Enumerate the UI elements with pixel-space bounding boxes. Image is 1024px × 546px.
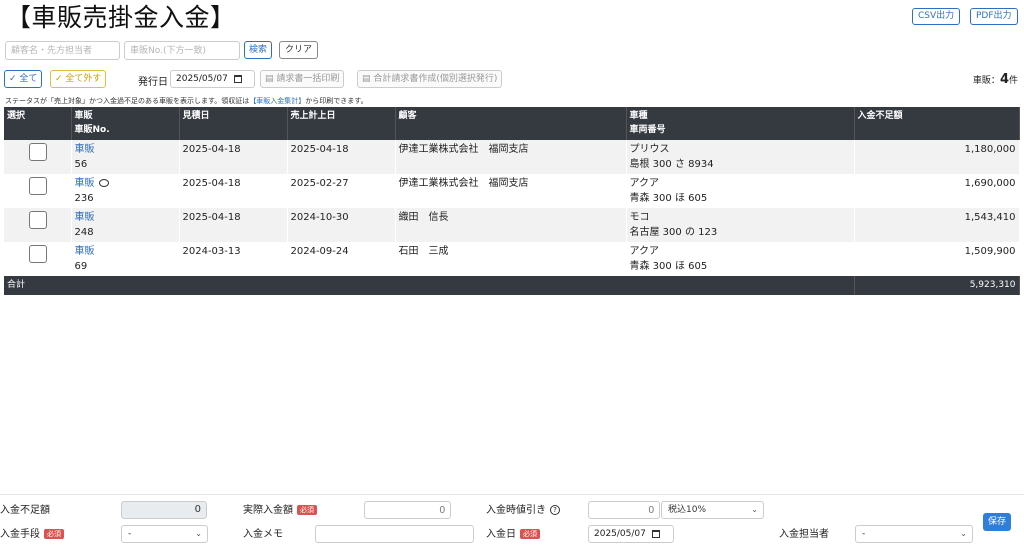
sales-date: 2025-02-27 bbox=[287, 174, 396, 208]
row-checkbox[interactable] bbox=[29, 245, 47, 263]
page-title: 【車販売掛金入金】 bbox=[6, 3, 236, 32]
customer-name: 石田 三成 bbox=[395, 242, 627, 276]
tax-select[interactable]: 税込10% ⌄ bbox=[661, 501, 764, 519]
payment-date-input[interactable]: 2025/05/07 bbox=[588, 525, 674, 543]
estimate-date: 2024-03-13 bbox=[179, 242, 288, 276]
sales-date: 2024-10-30 bbox=[287, 208, 396, 242]
comment-icon[interactable] bbox=[98, 179, 109, 187]
header-sales-date: 売上計上日 bbox=[287, 107, 396, 140]
pdf-export-button[interactable]: PDF出力 bbox=[970, 8, 1018, 25]
plate-number: 青森 300 ほ 605 bbox=[629, 193, 708, 204]
table-row: 車販 69 2024-03-13 2024-09-24 石田 三成 アクア青森 3… bbox=[4, 242, 1020, 276]
csv-export-button[interactable]: CSV出力 bbox=[912, 8, 961, 25]
payment-form: 入金不足額 0 実際入金額必須 入金時値引き? 税込10%⌄ 入金手段必須 -⌄… bbox=[0, 494, 1024, 546]
estimate-date: 2025-04-18 bbox=[179, 208, 288, 242]
row-checkbox[interactable] bbox=[29, 211, 47, 229]
header-shortage: 入金不足額 bbox=[854, 107, 1020, 140]
info-note: ステータスが「売上対象」かつ入金過不足のある車販を表示します。領収証は【車販入金… bbox=[5, 97, 368, 105]
check-icon: ✓ bbox=[55, 74, 63, 84]
sales-date: 2025-04-18 bbox=[287, 140, 396, 174]
payment-date-label: 入金日 必須 bbox=[486, 525, 540, 540]
shortage-label: 入金不足額 bbox=[0, 505, 50, 516]
sale-number: 236 bbox=[74, 193, 94, 204]
check-icon: ✓ bbox=[9, 74, 17, 84]
table-row: 車販 248 2025-04-18 2024-10-30 織田 信長 モコ名古屋 … bbox=[4, 208, 1020, 242]
memo-input[interactable] bbox=[315, 525, 474, 543]
memo-label: 入金メモ bbox=[243, 529, 283, 540]
customer-name: 伊達工業株式会社 福岡支店 bbox=[395, 140, 627, 174]
calendar-icon bbox=[233, 74, 242, 83]
estimate-date: 2025-04-18 bbox=[179, 140, 288, 174]
plate-number: 名古屋 300 の 123 bbox=[629, 227, 718, 238]
discount-input[interactable] bbox=[588, 501, 660, 519]
sale-link[interactable]: 車販 bbox=[75, 178, 95, 189]
header-estimate-date: 見積日 bbox=[179, 107, 288, 140]
staff-label: 入金担当者 bbox=[779, 529, 829, 540]
header-select: 選択 bbox=[4, 107, 72, 140]
table-row: 車販 236 2025-04-18 2025-02-27 伊達工業株式会社 福岡支… bbox=[4, 174, 1020, 208]
row-checkbox[interactable] bbox=[29, 143, 47, 161]
sale-number: 69 bbox=[74, 261, 88, 272]
calendar-icon bbox=[651, 529, 660, 538]
shortage-value: 0 bbox=[121, 501, 207, 519]
sale-link[interactable]: 車販 bbox=[75, 210, 176, 225]
search-button[interactable]: 検索 bbox=[244, 41, 273, 59]
shortage-amount: 1,690,000 bbox=[854, 174, 1020, 208]
clear-button[interactable]: クリア bbox=[279, 41, 319, 59]
actual-amount-label: 実際入金額 必須 bbox=[243, 501, 317, 516]
payment-method-select[interactable]: - ⌄ bbox=[121, 525, 208, 543]
estimate-date: 2025-04-18 bbox=[179, 174, 288, 208]
select-all-button[interactable]: ✓ 全て bbox=[4, 70, 43, 88]
document-icon: ▤ bbox=[362, 74, 371, 84]
document-icon: ▤ bbox=[265, 74, 274, 84]
header-sale: 車販 車販No. bbox=[71, 107, 180, 140]
payment-method-label: 入金手段 必須 bbox=[0, 525, 64, 540]
customer-search-input[interactable] bbox=[5, 41, 120, 60]
sale-number: 56 bbox=[74, 159, 88, 170]
shortage-amount: 1,180,000 bbox=[854, 140, 1020, 174]
sales-date: 2024-09-24 bbox=[287, 242, 396, 276]
actual-amount-input[interactable] bbox=[364, 501, 451, 519]
vehicle-model: アクア bbox=[629, 246, 660, 257]
vehicle-model: アクア bbox=[629, 178, 660, 189]
chevron-down-icon: ⌄ bbox=[195, 529, 202, 538]
total-row: 合計 5,923,310 bbox=[4, 276, 1020, 295]
discount-label: 入金時値引き? bbox=[486, 501, 560, 516]
required-badge: 必須 bbox=[520, 529, 540, 539]
issue-date-input[interactable]: 2025/05/07 bbox=[170, 70, 255, 88]
shortage-amount: 1,543,410 bbox=[854, 208, 1020, 242]
help-icon[interactable]: ? bbox=[550, 505, 560, 515]
customer-name: 伊達工業株式会社 福岡支店 bbox=[395, 174, 627, 208]
sale-link[interactable]: 車販 bbox=[75, 142, 176, 157]
vehicle-model: プリウス bbox=[629, 144, 670, 155]
combined-invoice-button[interactable]: ▤ 合計請求書作成(個別選択発行) bbox=[357, 70, 503, 88]
chevron-down-icon: ⌄ bbox=[751, 505, 758, 514]
vehicle-model: モコ bbox=[629, 212, 650, 223]
sale-number-search-input[interactable] bbox=[124, 41, 240, 60]
shortage-amount: 1,509,900 bbox=[854, 242, 1020, 276]
issue-date-label: 発行日 bbox=[138, 77, 168, 88]
table-row: 車販 56 2025-04-18 2025-04-18 伊達工業株式会社 福岡支店… bbox=[4, 140, 1020, 174]
sale-link[interactable]: 車販 bbox=[75, 244, 176, 259]
customer-name: 織田 信長 bbox=[395, 208, 627, 242]
receivables-table: 選択 車販 車販No. 見積日 売上計上日 顧客 車種 車両番号 入金不足額 車販 5… bbox=[4, 107, 1020, 295]
required-badge: 必須 bbox=[44, 529, 64, 539]
row-checkbox[interactable] bbox=[29, 177, 47, 195]
header-customer: 顧客 bbox=[395, 107, 627, 140]
plate-number: 青森 300 ほ 605 bbox=[629, 261, 708, 272]
staff-select[interactable]: - ⌄ bbox=[855, 525, 973, 543]
total-label: 合計 bbox=[4, 276, 855, 295]
deselect-all-button[interactable]: ✓ 全て外す bbox=[50, 70, 107, 88]
sales-payment-summary-link[interactable]: 【車販入金集計】 bbox=[249, 97, 305, 105]
sale-number: 248 bbox=[74, 227, 94, 238]
bulk-print-button[interactable]: ▤ 請求書一括印刷 bbox=[260, 70, 345, 88]
header-vehicle: 車種 車両番号 bbox=[626, 107, 855, 140]
plate-number: 島根 300 さ 8934 bbox=[629, 159, 714, 170]
chevron-down-icon: ⌄ bbox=[960, 529, 967, 538]
required-badge: 必須 bbox=[297, 505, 317, 515]
save-button[interactable]: 保存 bbox=[983, 513, 1012, 531]
total-amount: 5,923,310 bbox=[854, 276, 1020, 295]
record-count: 車販：4件 bbox=[972, 72, 1018, 87]
table-header-row: 選択 車販 車販No. 見積日 売上計上日 顧客 車種 車両番号 入金不足額 bbox=[4, 107, 1020, 140]
